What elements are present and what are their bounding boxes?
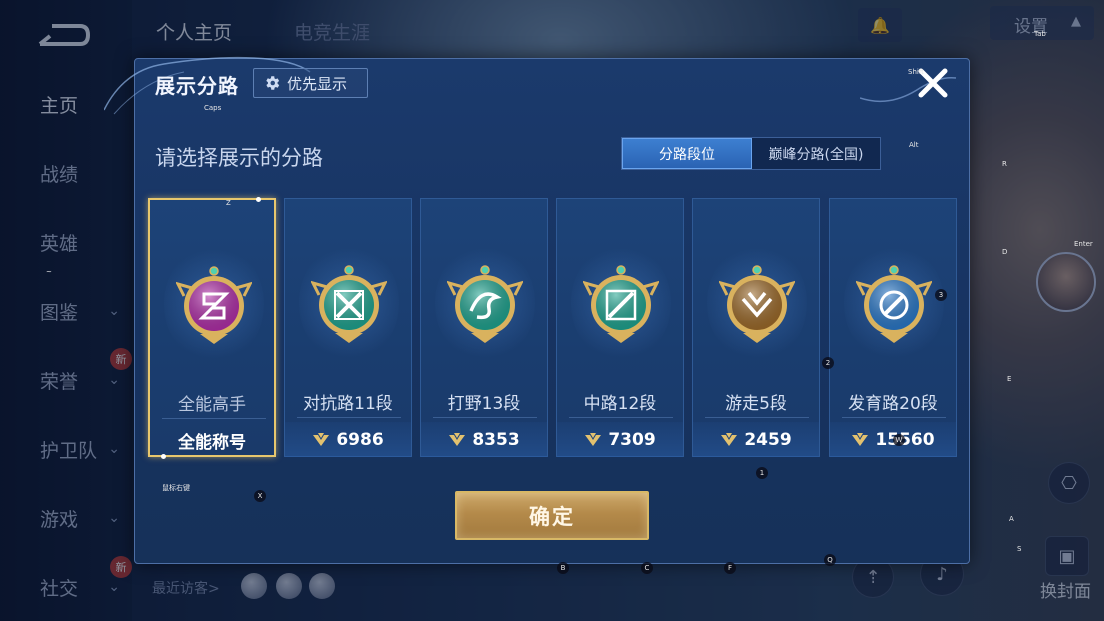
card-footer: 6986 xyxy=(285,422,411,457)
priority-display-label: 优先显示 xyxy=(287,74,348,93)
key-hint-f: F xyxy=(724,562,736,574)
priority-display-button[interactable]: 优先显示 xyxy=(253,68,368,98)
selection-corner-dot xyxy=(161,454,166,459)
lane-name: 发育路20段 xyxy=(848,394,938,414)
key-hint-w: W xyxy=(893,434,905,446)
card-footer: 全能称号 xyxy=(150,423,274,458)
lane-card[interactable]: 中路12段 7309 xyxy=(556,198,684,457)
card-footer: 8353 xyxy=(421,422,547,457)
divider xyxy=(705,417,809,418)
lane-type-segmented-control: 分路段位 巅峰分路(全国) xyxy=(621,137,881,170)
dialog-title: 展示分路 xyxy=(155,74,239,98)
roam-icon xyxy=(719,265,795,343)
key-hint-shift: Shift xyxy=(908,68,924,76)
divider xyxy=(297,417,401,418)
lane-card[interactable]: 全能高手 全能称号 xyxy=(148,197,276,459)
lane-card[interactable]: 打野13段 8353 xyxy=(420,198,548,457)
segment-lane-rank[interactable]: 分路段位 xyxy=(622,138,752,169)
rank-points: 15560 xyxy=(875,429,935,450)
divider xyxy=(569,417,673,418)
key-hint-3: 3 xyxy=(935,289,947,301)
key-hint-1: 1 xyxy=(756,467,768,479)
dialog-subtitle: 请选择展示的分路 xyxy=(155,146,323,170)
rank-points: 6986 xyxy=(336,429,384,450)
lane-name: 对抗路11段 xyxy=(303,394,393,414)
all-round-icon xyxy=(176,266,252,344)
key-hint-a: A xyxy=(1009,515,1014,523)
divider xyxy=(162,418,266,419)
clash-lane-icon xyxy=(311,265,387,343)
farm-lane-icon xyxy=(856,265,932,343)
rank-points-icon xyxy=(721,432,738,446)
card-footer: 7309 xyxy=(557,422,683,457)
key-hint-caps: Caps xyxy=(204,104,222,112)
card-footer: 2459 xyxy=(693,422,819,457)
key-hint-s: S xyxy=(1017,545,1022,553)
rank-points-icon xyxy=(313,432,330,446)
mid-lane-icon xyxy=(583,265,659,343)
confirm-button[interactable]: 确定 xyxy=(455,491,649,540)
rank-points: 8353 xyxy=(472,429,520,450)
key-hint-tilde: ~ xyxy=(46,268,52,276)
lane-name: 中路12段 xyxy=(583,394,657,414)
rank-points-icon xyxy=(449,432,466,446)
key-hint-enter: Enter xyxy=(1074,240,1093,248)
gear-icon xyxy=(266,76,280,90)
key-hint-alt: Alt xyxy=(909,141,919,149)
divider xyxy=(433,417,537,418)
rank-points-icon xyxy=(852,432,869,446)
key-hint-e: E xyxy=(1007,375,1012,383)
jungle-icon xyxy=(447,265,523,343)
lane-name: 打野13段 xyxy=(447,394,521,414)
key-hint-tab: Tab xyxy=(1034,30,1046,38)
key-hint-d: D xyxy=(1002,248,1008,256)
rank-points: 7309 xyxy=(608,429,656,450)
lane-card[interactable]: 对抗路11段 6986 xyxy=(284,198,412,457)
key-hint-b: B xyxy=(557,562,569,574)
key-hint-2: 2 xyxy=(822,357,834,369)
lane-name: 游走5段 xyxy=(725,394,787,414)
key-hint-r: R xyxy=(1002,160,1007,168)
selection-corner-dot xyxy=(256,197,261,202)
lane-name: 全能高手 xyxy=(178,395,246,415)
segment-peak-lane[interactable]: 巅峰分路(全国) xyxy=(752,138,880,169)
key-hint-c: C xyxy=(641,562,653,574)
divider xyxy=(842,417,946,418)
key-hint-z: Z xyxy=(226,199,231,207)
key-hint-mouse: 鼠标右键 xyxy=(162,484,190,492)
lane-card[interactable]: 游走5段 2459 xyxy=(692,198,820,457)
key-hint-x: X xyxy=(254,490,266,502)
key-hint-q: Q xyxy=(824,554,836,566)
rank-points: 2459 xyxy=(744,429,792,450)
title-label: 全能称号 xyxy=(178,433,246,453)
rank-points-icon xyxy=(585,432,602,446)
lane-card[interactable]: 发育路20段 15560 xyxy=(829,198,957,457)
